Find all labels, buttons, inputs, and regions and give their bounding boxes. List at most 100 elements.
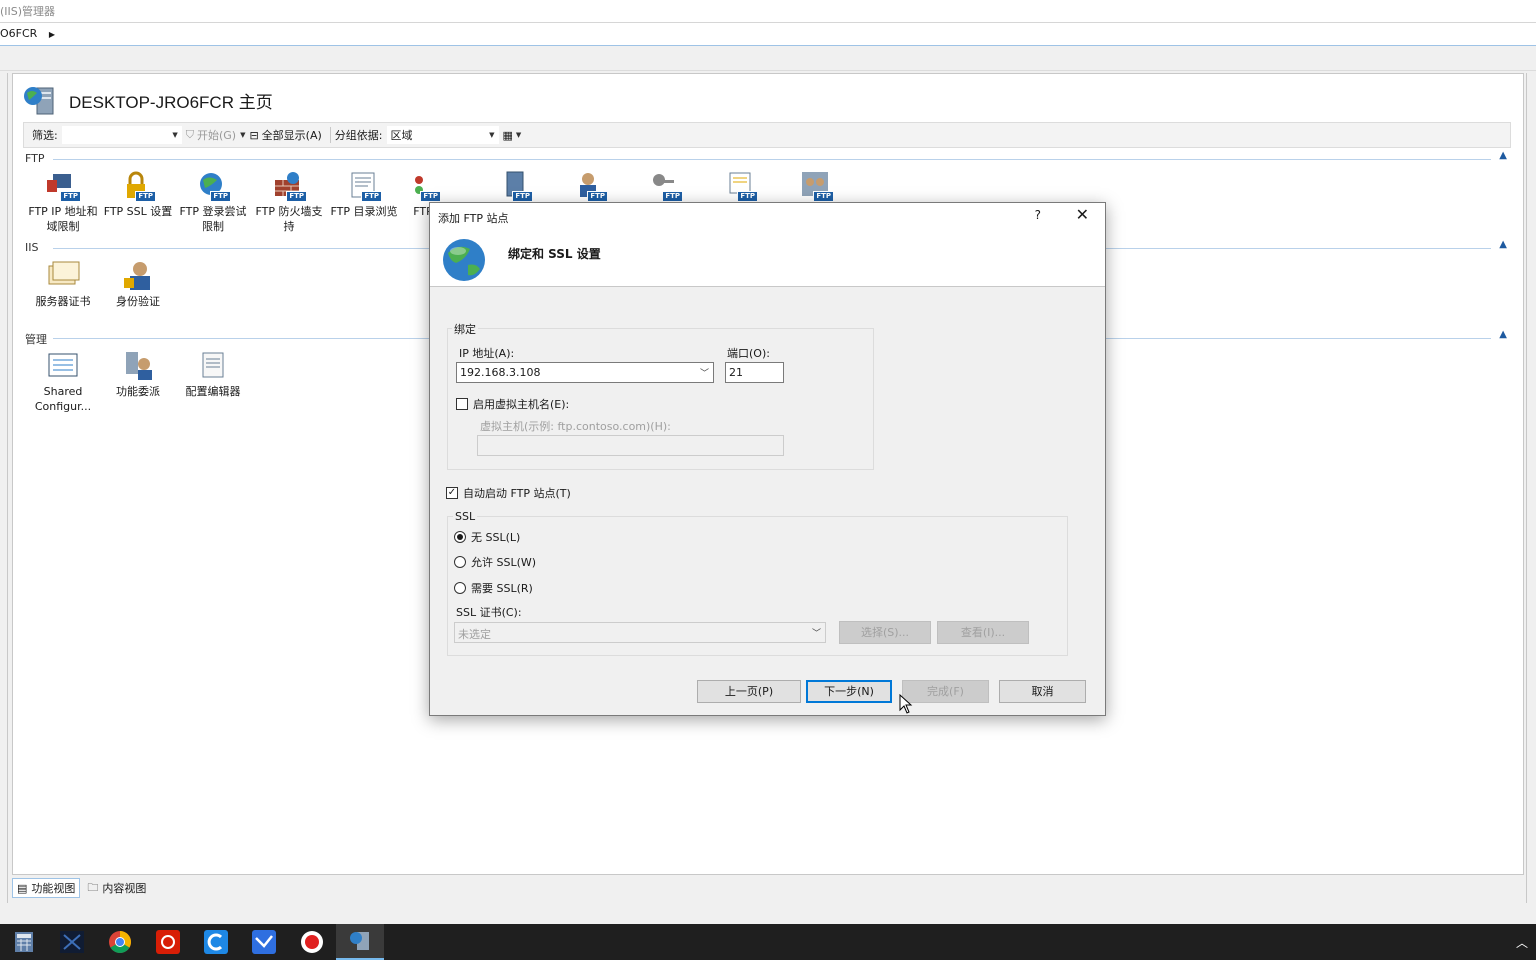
menu-strip [0, 47, 1536, 71]
cancel-button[interactable]: 取消 [999, 680, 1086, 703]
address-segment[interactable]: O6FCR [0, 27, 37, 40]
content-view-icon: 🗀 [87, 880, 99, 894]
section-iis-title: IIS [25, 241, 43, 254]
netease-music-icon[interactable] [144, 924, 192, 960]
chrome-icon[interactable] [96, 924, 144, 960]
feature-ftp-ssl-settings[interactable]: FTP FTP SSL 设置 [102, 170, 174, 219]
show-all-button[interactable]: ⊟ 全部显示(A) [245, 127, 325, 143]
collapse-icon[interactable]: ▲ [1499, 239, 1507, 250]
ftp-authentication-icon: FTP [645, 170, 685, 202]
calculator-icon[interactable] [0, 924, 48, 960]
connections-pane-edge[interactable] [0, 73, 8, 903]
breadcrumb-arrow-icon[interactable]: ▶ [49, 30, 55, 39]
collapse-icon[interactable]: ▲ [1499, 329, 1507, 340]
radio-require-ssl[interactable]: 需要 SSL(R) [454, 580, 533, 596]
show-all-icon: ⊟ [249, 128, 259, 142]
feature-authentication[interactable]: 身份验证 [102, 260, 174, 309]
feature-ftp-logging-config[interactable]: FTP [704, 170, 776, 204]
mouse-cursor-icon [899, 694, 913, 714]
ip-address-label: IP 地址(A): [459, 347, 515, 360]
feature-ftp-user-isolation[interactable]: FTP [780, 170, 852, 204]
window-title-bar: (IIS)管理器 [0, 0, 1536, 22]
filter-toolbar: 筛选: ▼ ⛉ 开始(G) ▼ ⊟ 全部显示(A) 分组依据: 区域 ▼ ▦ ▼ [23, 122, 1511, 148]
start-filter-button[interactable]: ⛉ 开始(G) [182, 127, 240, 143]
chevron-down-icon[interactable]: ﹀ [700, 366, 709, 379]
view-mode-icon: ▦ [502, 128, 513, 142]
feature-server-certificates[interactable]: 服务器证书 [27, 260, 99, 309]
feature-ftp-directory-browsing[interactable]: FTP FTP 目录浏览 [328, 170, 400, 219]
auto-start-label: 自动启动 FTP 站点(T) [463, 487, 571, 500]
iis-manager-icon[interactable] [336, 924, 384, 960]
ip-address-select[interactable]: 192.168.3.108 ﹀ [456, 362, 714, 383]
feature-label: 身份验证 [116, 295, 160, 308]
radio-selected-icon[interactable] [454, 531, 466, 543]
ftp-user-isolation-icon: FTP [796, 170, 836, 202]
dropdown-arrow-icon[interactable]: ▼ [489, 131, 494, 139]
tab-label: 功能视图 [31, 882, 76, 895]
filter-label: 筛选: [32, 129, 58, 142]
actions-pane-edge[interactable] [1526, 73, 1536, 903]
virtual-host-checkbox[interactable]: 启用虚拟主机名(E): [456, 396, 569, 412]
view-mode-dropdown-icon[interactable]: ▼ [516, 131, 521, 139]
server-certificates-icon [43, 260, 83, 292]
view-cert-button[interactable]: 查看(I)... [937, 621, 1029, 644]
tab-label: 内容视图 [102, 882, 147, 895]
feature-ftp-authentication[interactable]: FTP [629, 170, 701, 204]
checkbox-checked-icon[interactable]: ✓ [446, 487, 458, 499]
ccleaner-icon[interactable] [192, 924, 240, 960]
virtual-host-field[interactable] [477, 435, 784, 456]
feature-delegation[interactable]: 功能委派 [102, 350, 174, 399]
radio-unselected-icon[interactable] [454, 556, 466, 568]
ssl-cert-select[interactable]: 未选定 ﹀ [454, 622, 826, 643]
taskbar: ︿ [0, 924, 1536, 960]
previous-button[interactable]: 上一页(P) [697, 680, 801, 703]
dropdown-arrow-icon[interactable]: ▼ [172, 131, 177, 139]
view-mode-button[interactable]: ▦ ▼ [499, 129, 526, 142]
address-bar[interactable]: O6FCR ▶ [0, 22, 1536, 46]
tab-features-view[interactable]: ▤ 功能视图 [12, 878, 81, 898]
chevron-down-icon[interactable]: ﹀ [812, 626, 821, 639]
feature-ftp-messages[interactable]: FTP [479, 170, 551, 204]
section-divider [53, 159, 1491, 160]
auto-start-checkbox[interactable]: ✓ 自动启动 FTP 站点(T) [446, 485, 571, 501]
filter-input[interactable]: ▼ [61, 126, 182, 144]
collapse-icon[interactable]: ▲ [1499, 150, 1507, 161]
binding-group-label: 绑定 [452, 321, 478, 337]
feishu-icon[interactable] [240, 924, 288, 960]
app-icon[interactable] [48, 924, 96, 960]
feature-shared-configuration[interactable]: Shared Configur... [27, 350, 99, 414]
help-button[interactable]: ? [1035, 208, 1041, 222]
radio-label: 允许 SSL(W) [471, 556, 537, 569]
close-icon[interactable]: ✕ [1076, 205, 1089, 224]
tray-overflow-icon[interactable]: ︿ [1516, 934, 1528, 951]
dialog-title: 添加 FTP 站点 [438, 212, 509, 225]
feature-ftp-firewall[interactable]: FTP FTP 防火墙支持 [253, 170, 325, 234]
port-value: 21 [729, 366, 743, 379]
feature-ftp-logon-attempt[interactable]: FTP FTP 登录尝试限制 [177, 170, 249, 234]
radio-allow-ssl[interactable]: 允许 SSL(W) [454, 554, 536, 570]
group-by-select[interactable]: 区域 ▼ [386, 126, 499, 144]
virtual-host-label: 虚拟主机(示例: ftp.contoso.com)(H): [480, 420, 671, 433]
shared-config-icon [43, 350, 83, 382]
next-button[interactable]: 下一步(N) [806, 680, 892, 703]
ssl-group-label: SSL [453, 510, 478, 523]
tab-content-view[interactable]: 🗀 内容视图 [82, 878, 151, 898]
ftp-messages-icon: FTP [495, 170, 535, 202]
port-field[interactable]: 21 [725, 362, 784, 383]
feature-ftp-ip-restrictions[interactable]: FTP FTP IP 地址和域限制 [27, 170, 99, 234]
radio-unselected-icon[interactable] [454, 582, 466, 594]
checkbox-box[interactable] [456, 398, 468, 410]
feature-ftp-authorization[interactable]: FTP [554, 170, 626, 204]
section-ftp-title: FTP [25, 152, 49, 165]
finish-button[interactable]: 完成(F) [902, 680, 989, 703]
screen-recorder-icon[interactable] [288, 924, 336, 960]
ftp-directory-browsing-icon: FTP [344, 170, 384, 202]
ip-address-value: 192.168.3.108 [460, 366, 541, 379]
feature-config-editor[interactable]: 配置编辑器 [177, 350, 249, 399]
group-by-value: 区域 [390, 129, 413, 142]
globe-icon [443, 239, 485, 281]
select-cert-button[interactable]: 选择(S)... [839, 621, 931, 644]
radio-no-ssl[interactable]: 无 SSL(L) [454, 529, 520, 545]
ftp-ip-restrictions-icon: FTP [43, 170, 83, 202]
window-title: (IIS)管理器 [0, 5, 56, 18]
